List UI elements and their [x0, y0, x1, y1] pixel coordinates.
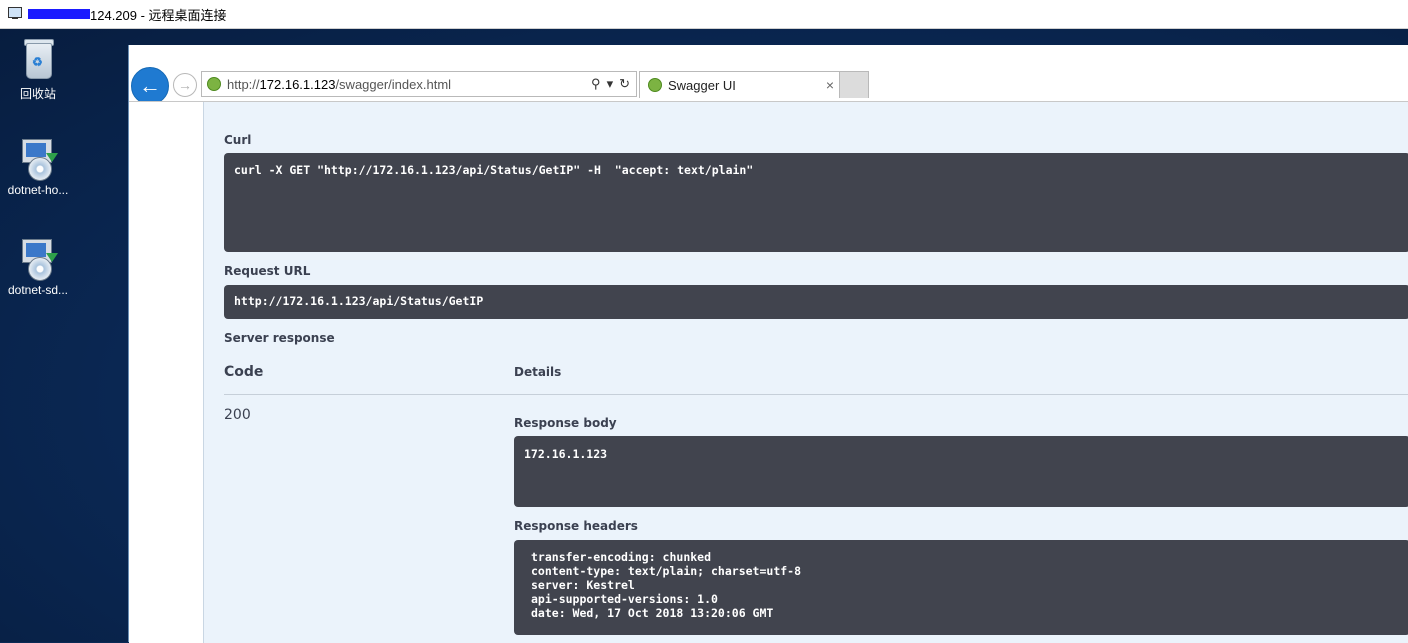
forward-button[interactable]: → [173, 73, 197, 97]
site-favicon-icon [207, 77, 221, 91]
address-url[interactable]: http://172.16.1.123/swagger/index.html [227, 77, 591, 92]
curl-code-block[interactable]: curl -X GET "http://172.16.1.123/api/Sta… [224, 153, 1408, 252]
desktop-icon-label: dotnet-ho... [7, 183, 69, 197]
tab-label: Swagger UI [668, 77, 736, 93]
url-path: /swagger/index.html [335, 76, 452, 92]
code-column-header: Code [224, 364, 264, 380]
browser-toolbar: ← → http://172.16.1.123/swagger/index.ht… [129, 67, 1408, 105]
response-body: 172.16.1.123 [524, 447, 608, 461]
response-body-heading: Response body [514, 416, 617, 430]
desktop-icon-dotnet-hosting[interactable]: dotnet-ho... [0, 135, 78, 197]
response-headers-heading: Response headers [514, 519, 638, 533]
table-divider [224, 394, 1408, 395]
status-code: 200 [224, 407, 251, 423]
url-host: 172.16.1.123 [259, 76, 336, 92]
arrow-right-icon: → [178, 77, 192, 93]
browser-window: ← → http://172.16.1.123/swagger/index.ht… [128, 45, 1408, 643]
desktop-icon-label: dotnet-sd... [7, 283, 69, 297]
chevron-down-icon[interactable]: ▾ [607, 76, 614, 92]
response-header-line: date: Wed, 17 Oct 2018 13:20:06 GMT [531, 606, 774, 620]
request-url-code-block[interactable]: http://172.16.1.123/api/Status/GetIP [224, 285, 1408, 319]
address-bar[interactable]: http://172.16.1.123/swagger/index.html ⚲… [201, 71, 637, 97]
swagger-response-panel: Curl curl -X GET "http://172.16.1.123/ap… [203, 102, 1408, 643]
response-header-line: content-type: text/plain; charset=utf-8 [531, 564, 802, 578]
installer-icon [18, 135, 58, 181]
remote-desktop-title-bar: 124.209 - 远程桌面连接 [0, 0, 1408, 29]
server-response-heading: Server response [224, 331, 335, 345]
response-headers-code-block[interactable]: transfer-encoding: chunked content-type:… [514, 540, 1408, 635]
window-title: 124.209 - 远程桌面连接 [90, 7, 227, 23]
url-prefix: http:// [227, 76, 260, 92]
desktop-icon-recycle-bin[interactable]: ♻ 回收站 [0, 37, 78, 102]
page-content: Curl curl -X GET "http://172.16.1.123/ap… [129, 101, 1408, 643]
recycle-bin-icon: ♻ [18, 37, 58, 81]
redacted-host [28, 9, 90, 19]
close-icon[interactable]: × [826, 77, 834, 93]
new-tab-button[interactable] [839, 71, 869, 98]
desktop-icon-dotnet-sdk[interactable]: dotnet-sd... [0, 235, 78, 297]
tab-favicon-icon [648, 78, 662, 92]
request-url: http://172.16.1.123/api/Status/GetIP [234, 294, 484, 308]
remote-desktop-icon [8, 7, 24, 21]
response-header-line: api-supported-versions: 1.0 [531, 592, 718, 606]
address-tools: ⚲ ▾ ↻ [591, 76, 636, 92]
refresh-icon[interactable]: ↻ [619, 76, 630, 92]
back-button[interactable]: ← [131, 67, 169, 105]
response-header-line: transfer-encoding: chunked [531, 550, 712, 564]
response-header-line: server: Kestrel [531, 578, 635, 592]
desktop-icon-label: 回收站 [19, 87, 56, 101]
curl-heading: Curl [224, 133, 252, 147]
request-url-heading: Request URL [224, 264, 311, 278]
curl-command: curl -X GET "http://172.16.1.123/api/Sta… [234, 163, 754, 177]
installer-icon [18, 235, 58, 281]
response-body-code-block[interactable]: 172.16.1.123 [514, 436, 1408, 507]
tab-swagger-ui[interactable]: Swagger UI × [639, 71, 841, 98]
details-column-header: Details [514, 365, 562, 379]
arrow-left-icon: ← [139, 73, 161, 98]
search-icon[interactable]: ⚲ [591, 76, 601, 92]
